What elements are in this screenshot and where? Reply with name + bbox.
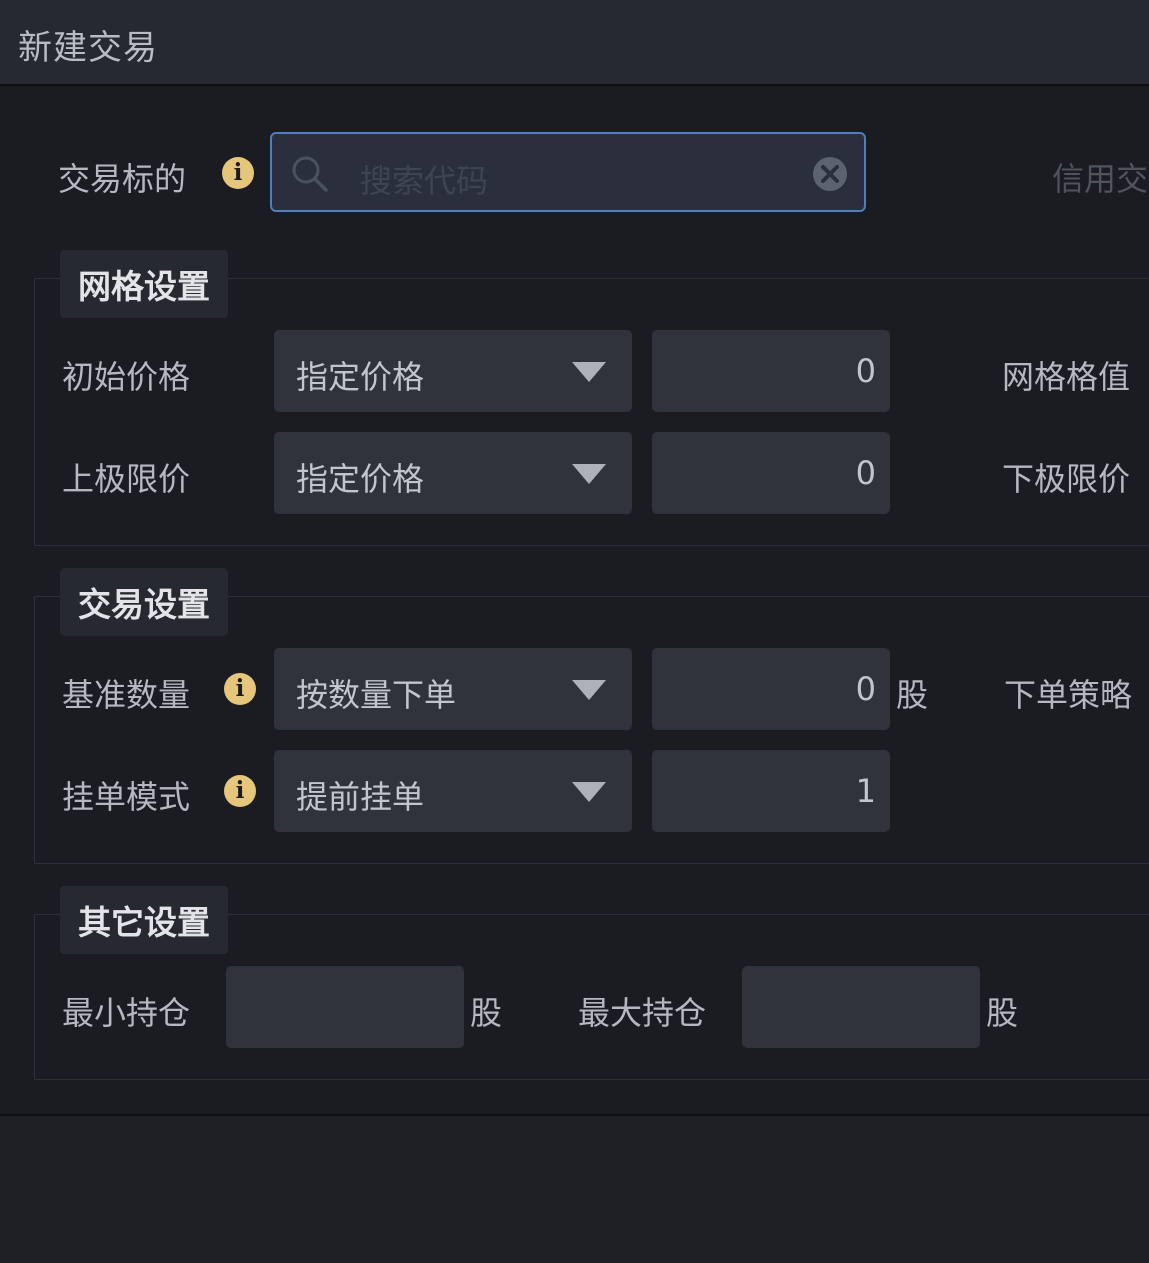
order-mode-label: 挂单模式: [62, 778, 191, 816]
search-icon: [292, 156, 328, 192]
chevron-down-icon: [572, 362, 606, 382]
base-quantity-input[interactable]: 0: [652, 648, 890, 730]
max-position-input[interactable]: [742, 966, 980, 1048]
upper-limit-label: 上极限价: [62, 460, 191, 498]
upper-limit-mode-select[interactable]: 指定价格: [274, 432, 632, 514]
base-quantity-label: 基准数量: [62, 676, 191, 714]
credit-trade-label: 信用交: [1052, 160, 1149, 198]
dialog-footer: [0, 1114, 1149, 1263]
min-position-input[interactable]: [226, 966, 464, 1048]
max-position-label: 最大持仓: [578, 994, 707, 1032]
upper-limit-value: 0: [855, 454, 876, 492]
order-mode-value: 提前挂单: [296, 778, 425, 816]
min-position-unit: 股: [470, 994, 503, 1032]
initial-price-mode-select[interactable]: 指定价格: [274, 330, 632, 412]
initial-price-label: 初始价格: [62, 358, 191, 396]
new-trade-dialog: 新建交易 交易标的 i 搜索代码 信用交 网格设置 初始价格 指定价格 0 网格…: [0, 0, 1149, 1263]
grid-value-label: 网格格值: [1002, 358, 1131, 396]
trade-settings-title: 交易设置: [60, 568, 228, 636]
chevron-down-icon: [572, 464, 606, 484]
info-icon[interactable]: i: [224, 775, 256, 807]
upper-limit-input[interactable]: 0: [652, 432, 890, 514]
base-quantity-value: 0: [855, 670, 876, 708]
base-quantity-mode-value: 按数量下单: [296, 676, 457, 714]
upper-limit-mode-value: 指定价格: [296, 460, 425, 498]
initial-price-input[interactable]: 0: [652, 330, 890, 412]
initial-price-mode-value: 指定价格: [296, 358, 425, 396]
other-settings-title: 其它设置: [60, 886, 228, 954]
lower-limit-label: 下极限价: [1002, 460, 1131, 498]
grid-settings-title: 网格设置: [60, 250, 228, 318]
order-strategy-label: 下单策略: [1004, 676, 1133, 714]
info-icon[interactable]: i: [222, 157, 254, 189]
chevron-down-icon: [572, 680, 606, 700]
max-position-unit: 股: [986, 994, 1019, 1032]
search-placeholder: 搜索代码: [360, 162, 489, 200]
initial-price-value: 0: [855, 352, 876, 390]
min-position-label: 最小持仓: [62, 994, 191, 1032]
dialog-title: 新建交易: [18, 28, 158, 68]
info-icon[interactable]: i: [224, 673, 256, 705]
order-mode-select[interactable]: 提前挂单: [274, 750, 632, 832]
base-quantity-unit: 股: [896, 676, 929, 714]
chevron-down-icon: [572, 782, 606, 802]
order-mode-input[interactable]: 1: [652, 750, 890, 832]
title-bar: 新建交易: [0, 0, 1149, 86]
order-mode-input-value: 1: [855, 772, 876, 810]
trade-target-label: 交易标的: [58, 160, 187, 198]
clear-icon[interactable]: [810, 154, 850, 194]
search-input[interactable]: 搜索代码: [270, 132, 866, 212]
base-quantity-mode-select[interactable]: 按数量下单: [274, 648, 632, 730]
